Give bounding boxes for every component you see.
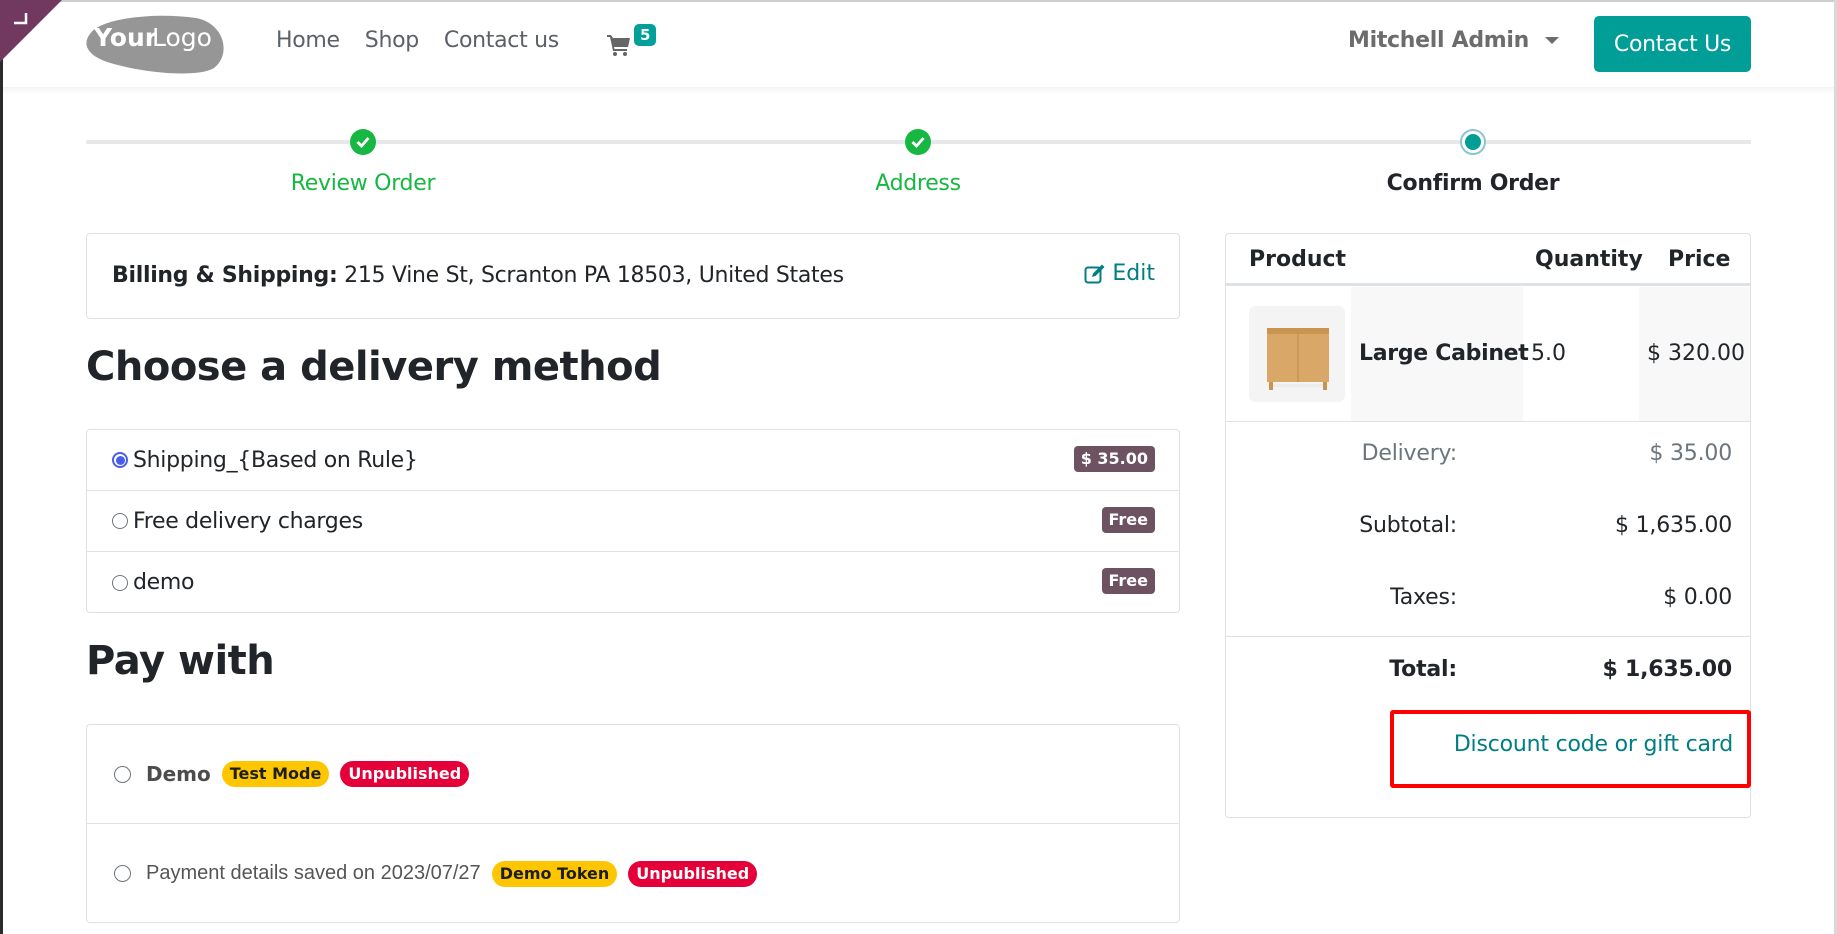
nav-link-home[interactable]: Home — [276, 28, 340, 53]
billing-address: Billing & Shipping: 215 Vine St, Scranto… — [112, 263, 844, 288]
summary-table-header: Product Quantity Price — [1226, 234, 1750, 286]
product-image-cell — [1226, 287, 1351, 421]
delivery-option-label: Shipping_{Based on Rule} — [133, 447, 418, 473]
billing-address-value: 215 Vine St, Scranton PA 18503, United S… — [344, 263, 844, 288]
pay-with-heading: Pay with — [86, 638, 275, 684]
product-name[interactable]: Large Cabinet — [1359, 341, 1529, 366]
delivery-methods-list: Shipping_{Based on Rule} $ 35.00 Free de… — [86, 429, 1180, 613]
cabinet-image-icon — [1267, 328, 1329, 390]
total-row: Total: $ 1,635.00 — [1389, 657, 1732, 682]
step-review-order-check-icon — [350, 129, 376, 155]
taxes-row: Taxes: $ 0.00 — [1390, 585, 1732, 610]
header-product: Product — [1249, 247, 1347, 272]
demo-token-badge: Demo Token — [491, 860, 618, 887]
corner-triangle-icon — [0, 0, 62, 62]
delivery-price-badge: Free — [1101, 507, 1155, 533]
step-address-check-icon — [905, 129, 931, 155]
total-value: $ 1,635.00 — [1602, 657, 1732, 682]
window-left-border — [0, 0, 3, 934]
header-price: Price — [1668, 247, 1731, 272]
user-menu-dropdown[interactable]: Mitchell Admin — [1348, 28, 1560, 53]
cart-count-badge: 5 — [634, 24, 657, 46]
edit-address-link[interactable]: Edit — [1084, 261, 1155, 286]
payment-option-label: Demo — [146, 762, 211, 786]
product-quantity: 5.0 — [1531, 341, 1566, 366]
subtotal-label: Subtotal: — [1359, 513, 1457, 538]
delivery-price-badge: $ 35.00 — [1073, 446, 1155, 472]
payment-radio[interactable] — [114, 865, 131, 882]
logo-icon: Your Logo — [86, 15, 224, 74]
total-label: Total: — [1389, 657, 1457, 682]
user-name: Mitchell Admin — [1348, 28, 1530, 53]
edit-icon — [1084, 264, 1105, 283]
step-review-order[interactable]: Review Order — [291, 171, 436, 196]
shopping-cart-icon — [607, 35, 630, 56]
delivery-price-badge: Free — [1101, 568, 1155, 594]
subtotal-row: Subtotal: $ 1,635.00 — [1359, 513, 1732, 538]
svg-text:Your: Your — [93, 23, 158, 52]
taxes-value: $ 0.00 — [1663, 585, 1732, 610]
product-price: $ 320.00 — [1647, 341, 1745, 366]
main-nav: Home Shop Contact us — [276, 28, 559, 53]
payment-methods-list: Demo Test Mode Unpublished Payment detai… — [86, 724, 1180, 923]
nav-link-shop[interactable]: Shop — [365, 28, 419, 53]
payment-radio[interactable] — [114, 765, 131, 783]
totals-divider — [1226, 636, 1750, 637]
delivery-radio-selected[interactable] — [112, 452, 128, 468]
table-row: Large Cabinet 5.0 $ 320.00 — [1226, 287, 1750, 422]
delivery-total-row: Delivery: $ 35.00 — [1362, 441, 1733, 466]
billing-label: Billing & Shipping: — [112, 263, 338, 288]
step-confirm-order-current-icon — [1460, 129, 1486, 155]
payment-option[interactable]: Demo Test Mode Unpublished — [87, 725, 1179, 824]
chevron-down-icon — [1545, 37, 1560, 44]
test-mode-badge: Test Mode — [221, 761, 330, 787]
product-name-cell: Large Cabinet — [1351, 287, 1529, 421]
taxes-label: Taxes: — [1390, 585, 1457, 610]
delivery-method-heading: Choose a delivery method — [86, 344, 662, 390]
header-quantity: Quantity — [1535, 247, 1643, 272]
delivery-option-label: demo — [133, 570, 195, 595]
delivery-option[interactable]: Shipping_{Based on Rule} $ 35.00 — [87, 430, 1179, 491]
discount-code-link[interactable]: Discount code or gift card — [1454, 732, 1733, 757]
delivery-option[interactable]: demo Free — [87, 552, 1179, 613]
editor-toggle-corner[interactable] — [0, 0, 62, 62]
product-price-cell: $ 320.00 — [1639, 287, 1750, 421]
product-quantity-cell: 5.0 — [1523, 287, 1639, 421]
delivery-option-label: Free delivery charges — [133, 508, 363, 534]
svg-text:Logo: Logo — [152, 23, 212, 52]
delivery-total-value: $ 35.00 — [1649, 441, 1732, 466]
delivery-option[interactable]: Free delivery charges Free — [87, 491, 1179, 552]
cart-button[interactable]: 5 — [607, 24, 667, 64]
step-confirm-order: Confirm Order — [1386, 171, 1560, 196]
subtotal-value: $ 1,635.00 — [1615, 513, 1732, 538]
payment-option[interactable]: Payment details saved on 2023/07/27 Demo… — [87, 824, 1179, 923]
top-navbar: Your Logo Home Shop Contact us 5 Mitchel… — [0, 0, 1837, 87]
window-top-border — [0, 0, 1837, 2]
unpublished-badge: Unpublished — [628, 860, 758, 887]
unpublished-badge: Unpublished — [340, 761, 470, 787]
nav-link-contact[interactable]: Contact us — [444, 28, 559, 53]
delivery-total-label: Delivery: — [1361, 441, 1458, 466]
billing-shipping-card: Billing & Shipping: 215 Vine St, Scranto… — [86, 233, 1180, 319]
delivery-radio[interactable] — [112, 513, 128, 529]
large-cabinet-image[interactable] — [1249, 306, 1345, 402]
delivery-radio[interactable] — [112, 574, 128, 591]
discount-highlight-box: Discount code or gift card — [1390, 710, 1751, 788]
payment-option-label: Payment details saved on 2023/07/27 — [146, 862, 481, 884]
contact-us-button[interactable]: Contact Us — [1594, 16, 1751, 72]
site-logo[interactable]: Your Logo — [86, 14, 228, 74]
edit-label: Edit — [1112, 261, 1155, 286]
step-address[interactable]: Address — [875, 171, 961, 196]
